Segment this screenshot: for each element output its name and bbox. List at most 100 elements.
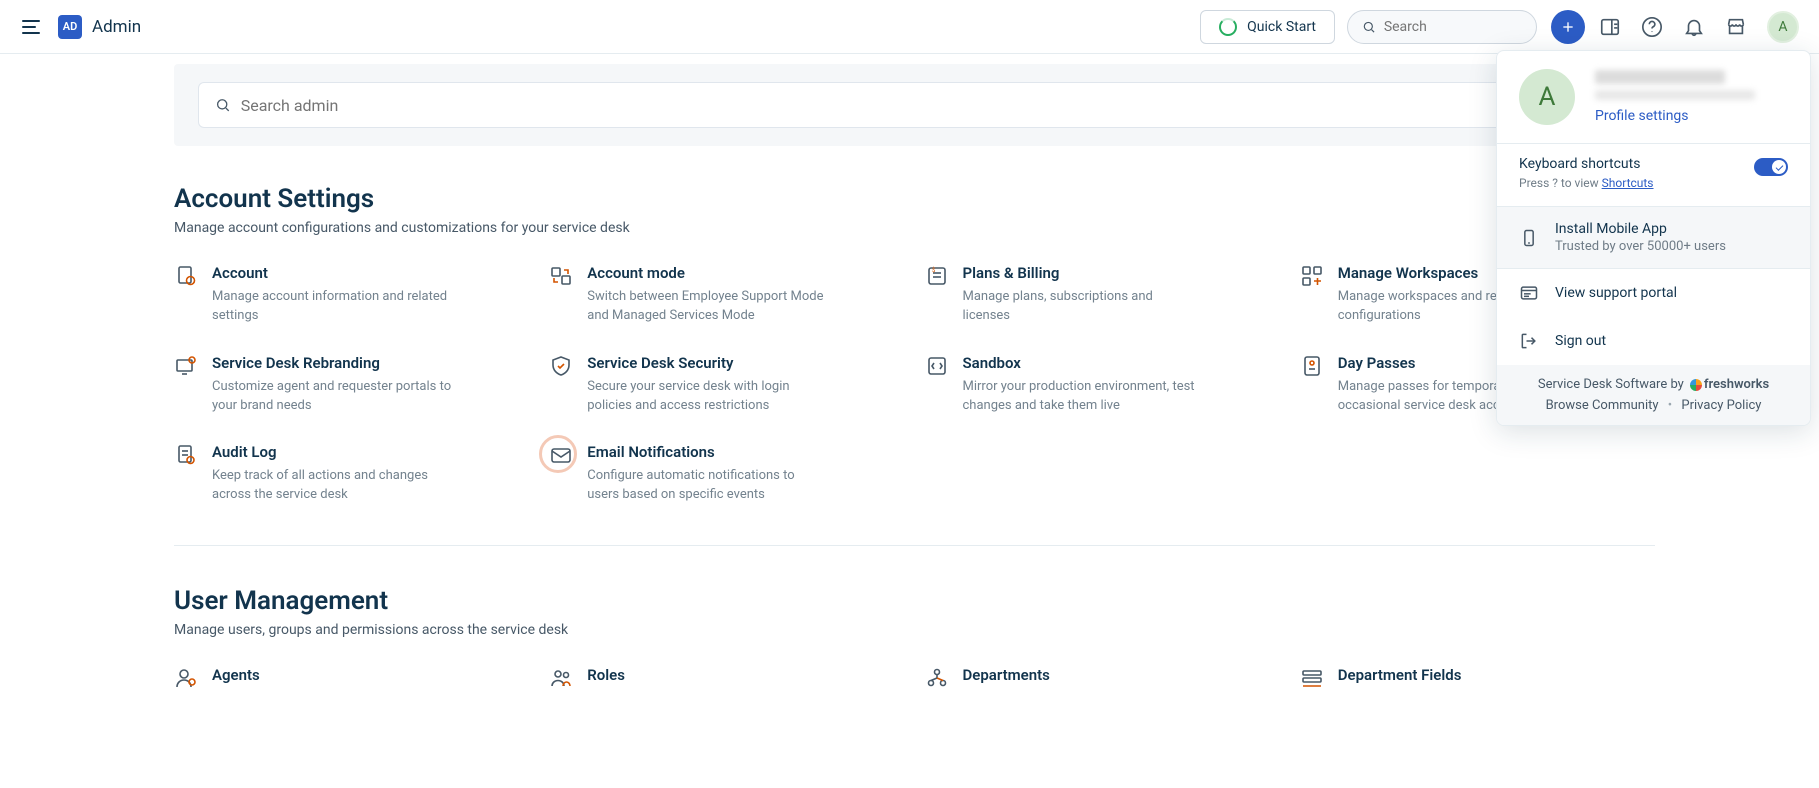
card-departments[interactable]: Departments xyxy=(925,666,1280,690)
audit-icon xyxy=(174,443,198,467)
shortcuts-link[interactable]: Shortcuts xyxy=(1602,176,1654,190)
section-title: User Management xyxy=(174,586,1655,616)
card-title: Roles xyxy=(587,666,625,684)
header-bar: AD Admin Quick Start A xyxy=(0,0,1819,54)
admin-search-input[interactable] xyxy=(241,96,1614,115)
section-user-management: User Management Manage users, groups and… xyxy=(174,586,1655,690)
card-security[interactable]: Service Desk Security Secure your service… xyxy=(549,354,904,416)
section-divider xyxy=(174,545,1655,546)
card-title: Account xyxy=(212,264,452,282)
card-desc: Keep track of all actions and changes ac… xyxy=(212,467,452,505)
card-email-notifications[interactable]: Email Notifications Configure automatic n… xyxy=(549,443,904,505)
departments-icon xyxy=(925,666,949,690)
admin-search-block xyxy=(174,64,1655,146)
card-desc: Mirror your production environment, test… xyxy=(963,378,1203,416)
profile-settings-link[interactable]: Profile settings xyxy=(1595,108,1755,124)
card-title: Departments xyxy=(963,666,1050,684)
roles-icon xyxy=(549,666,573,690)
card-title: Department Fields xyxy=(1338,666,1462,684)
footer-prefix: Service Desk Software by xyxy=(1538,377,1684,392)
freshworks-text: freshworks xyxy=(1704,377,1769,392)
profile-name-redacted xyxy=(1595,70,1725,84)
profile-header: A Profile settings xyxy=(1497,51,1810,143)
mobile-icon xyxy=(1519,228,1539,248)
switch-icon xyxy=(549,264,573,288)
keyboard-shortcuts-toggle[interactable] xyxy=(1754,158,1788,176)
keyboard-shortcuts-row: Keyboard shortcuts Press ? to view Short… xyxy=(1497,144,1810,206)
card-title: Account mode xyxy=(587,264,827,282)
card-roles[interactable]: Roles xyxy=(549,666,904,690)
card-title: Plans & Billing xyxy=(963,264,1203,282)
card-audit-log[interactable]: Audit Log Keep track of all actions and c… xyxy=(174,443,529,505)
spinner-icon xyxy=(1219,18,1237,36)
profile-avatar[interactable]: A xyxy=(1767,11,1799,43)
help-icon[interactable] xyxy=(1641,16,1663,38)
sign-out-icon xyxy=(1519,331,1539,351)
profile-avatar-large: A xyxy=(1519,69,1575,125)
card-title: Agents xyxy=(212,666,260,684)
search-icon xyxy=(215,97,231,113)
sandbox-icon xyxy=(925,354,949,378)
card-department-fields[interactable]: Department Fields xyxy=(1300,666,1655,690)
new-button[interactable] xyxy=(1551,10,1585,44)
global-search-input[interactable] xyxy=(1384,19,1522,35)
card-desc: Secure your service desk with login poli… xyxy=(587,378,827,416)
card-account[interactable]: Account Manage account information and re… xyxy=(174,264,529,326)
workspaces-icon xyxy=(1300,264,1324,288)
card-title: Sandbox xyxy=(963,354,1203,372)
section-account-settings: Account Settings Manage account configur… xyxy=(174,184,1655,505)
rebranding-icon xyxy=(174,354,198,378)
card-account-mode[interactable]: Account mode Switch between Employee Supp… xyxy=(549,264,904,326)
billing-icon: $ xyxy=(925,264,949,288)
privacy-policy-link[interactable]: Privacy Policy xyxy=(1681,398,1761,413)
day-pass-icon xyxy=(1300,354,1324,378)
marketplace-icon[interactable] xyxy=(1725,16,1747,38)
freshworks-logo[interactable]: freshworks xyxy=(1690,377,1769,392)
card-sandbox[interactable]: Sandbox Mirror your production environmen… xyxy=(925,354,1280,416)
bell-icon[interactable] xyxy=(1683,16,1705,38)
view-support-portal-label: View support portal xyxy=(1555,285,1677,301)
install-mobile-app-row[interactable]: Install Mobile App Trusted by over 50000… xyxy=(1497,207,1810,268)
plus-icon xyxy=(1560,19,1576,35)
sign-out-row[interactable]: Sign out xyxy=(1497,317,1810,365)
browse-community-link[interactable]: Browse Community xyxy=(1546,398,1659,413)
quick-start-button[interactable]: Quick Start xyxy=(1200,10,1335,44)
sign-out-label: Sign out xyxy=(1555,333,1606,349)
dropdown-footer: Service Desk Software by freshworks Brow… xyxy=(1497,365,1810,425)
view-support-portal-row[interactable]: View support portal xyxy=(1497,269,1810,317)
profile-dropdown: A Profile settings Keyboard shortcuts Pr… xyxy=(1496,50,1811,426)
fields-icon xyxy=(1300,666,1324,690)
account-icon xyxy=(174,264,198,288)
shield-icon xyxy=(549,354,573,378)
card-rebranding[interactable]: Service Desk Rebranding Customize agent a… xyxy=(174,354,529,416)
card-title: Email Notifications xyxy=(587,443,827,461)
page-title: Admin xyxy=(92,17,141,37)
freshworks-logo-icon xyxy=(1690,379,1702,391)
keyboard-shortcuts-sub: Press ? to view xyxy=(1519,176,1602,190)
card-desc: Switch between Employee Support Mode and… xyxy=(587,288,827,326)
card-desc: Customize agent and requester portals to… xyxy=(212,378,452,416)
keyboard-shortcuts-title: Keyboard shortcuts xyxy=(1519,156,1654,172)
card-title: Service Desk Security xyxy=(587,354,827,372)
global-search[interactable] xyxy=(1347,10,1537,44)
search-icon xyxy=(1362,19,1376,35)
card-desc: Manage account information and related s… xyxy=(212,288,452,326)
section-title: Account Settings xyxy=(174,184,1655,214)
panel-icon[interactable] xyxy=(1599,16,1621,38)
section-subtitle: Manage account configurations and custom… xyxy=(174,220,1655,236)
mail-icon xyxy=(549,443,573,467)
profile-email-redacted xyxy=(1595,90,1755,100)
card-plans-billing[interactable]: $ Plans & Billing Manage plans, subscript… xyxy=(925,264,1280,326)
card-title: Service Desk Rebranding xyxy=(212,354,452,372)
card-title: Audit Log xyxy=(212,443,452,461)
hamburger-menu-icon[interactable] xyxy=(20,15,44,39)
card-desc: Manage plans, subscriptions and licenses xyxy=(963,288,1203,326)
admin-search[interactable] xyxy=(198,82,1631,128)
install-mobile-sub: Trusted by over 50000+ users xyxy=(1555,239,1726,254)
quick-start-label: Quick Start xyxy=(1247,19,1316,35)
section-subtitle: Manage users, groups and permissions acr… xyxy=(174,622,1655,638)
card-desc: Configure automatic notifications to use… xyxy=(587,467,827,505)
portal-icon xyxy=(1519,283,1539,303)
card-agents[interactable]: Agents xyxy=(174,666,529,690)
brand-badge: AD xyxy=(58,15,82,39)
